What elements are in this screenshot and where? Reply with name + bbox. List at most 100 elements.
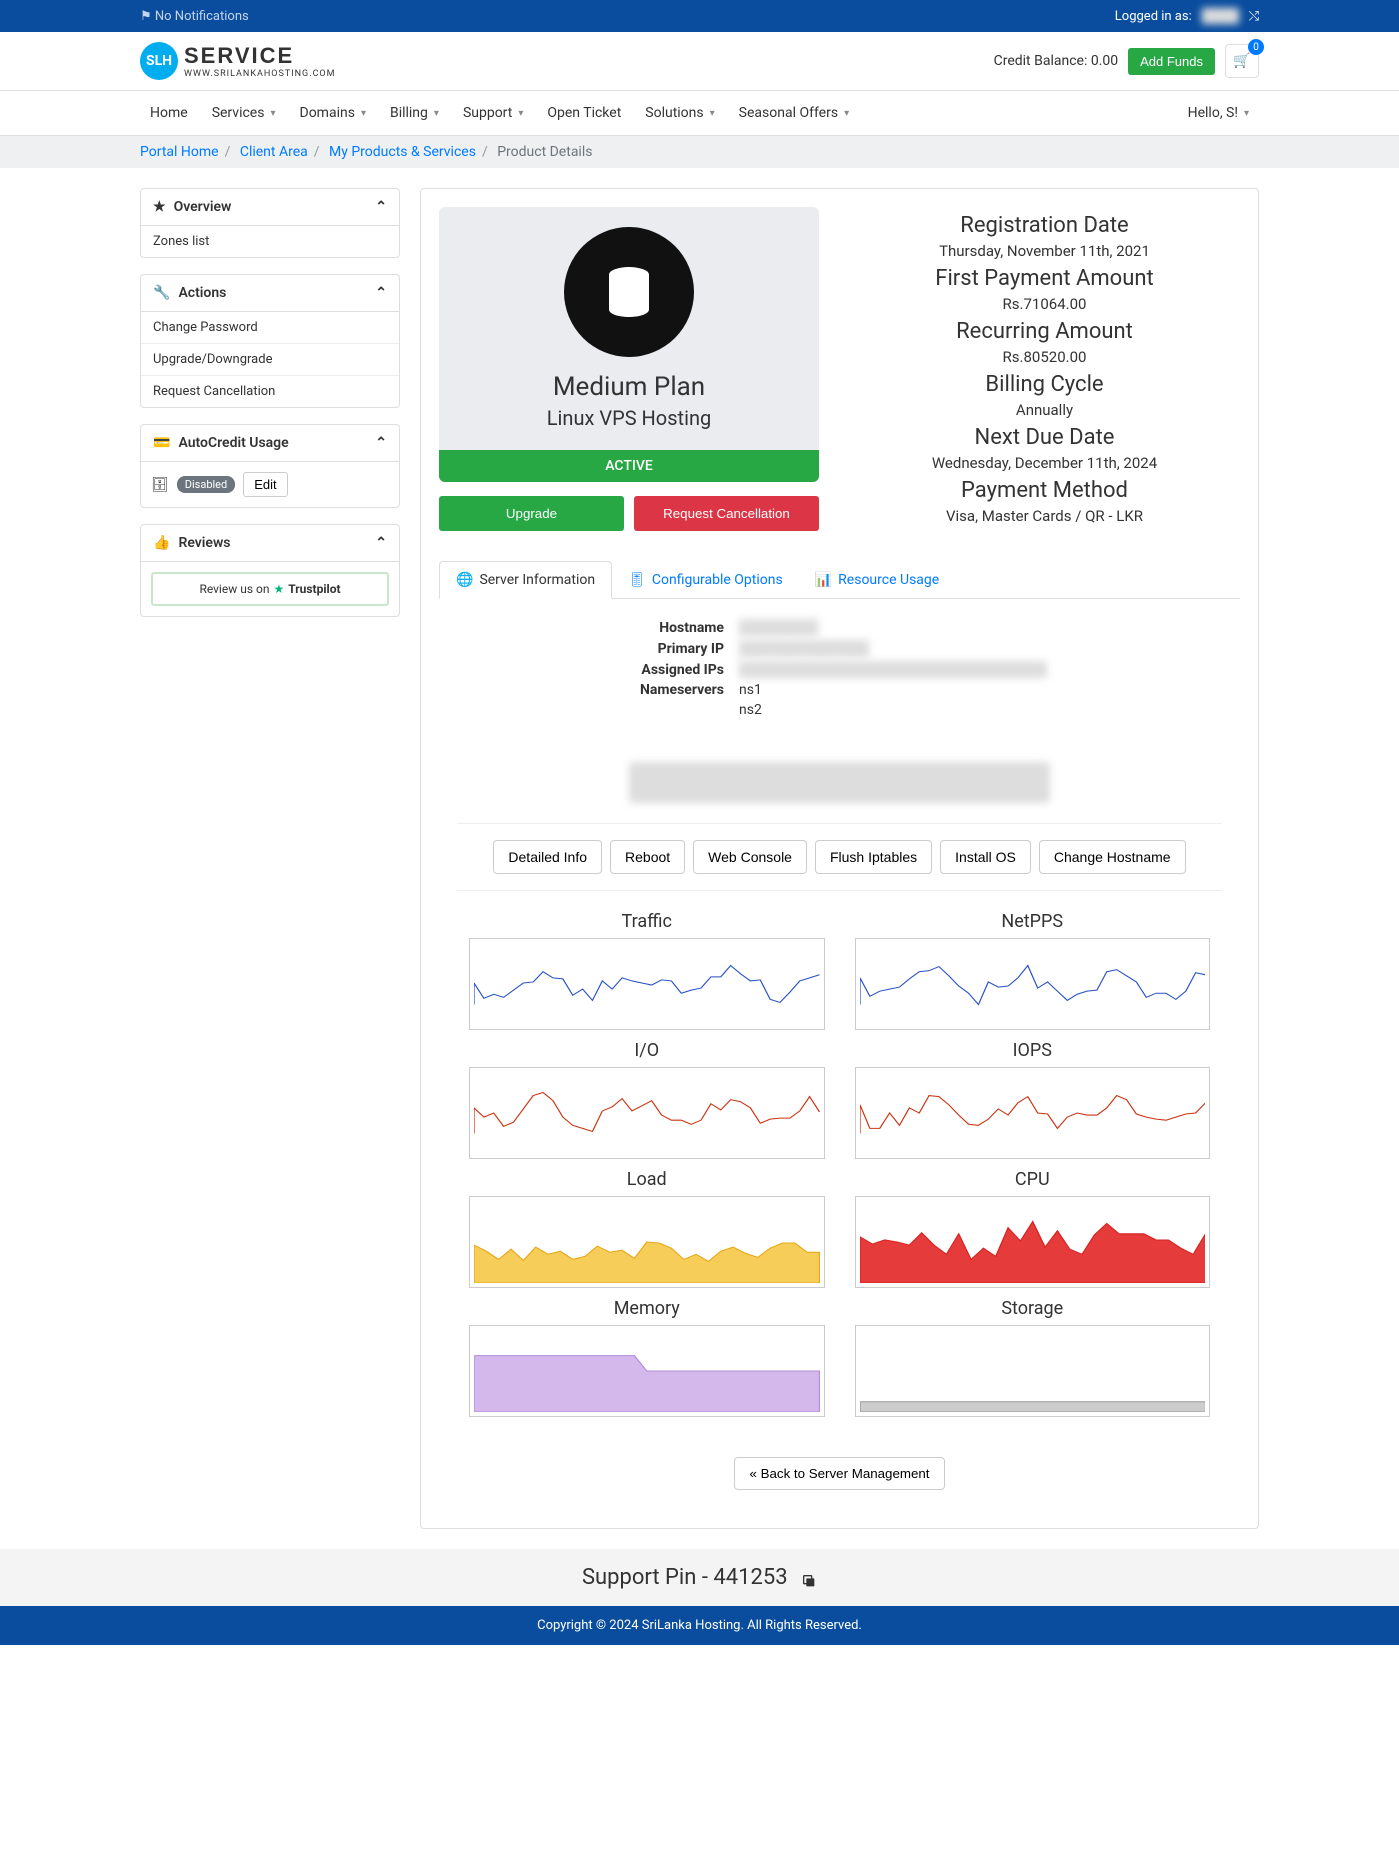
breadcrumb-products[interactable]: My Products & Services [329,144,476,160]
plan-subtitle: Linux VPS Hosting [547,406,711,430]
action-install-os-button[interactable]: Install OS [940,840,1031,874]
breadcrumb-client[interactable]: Client Area [240,144,308,160]
sidebar-item-cancel[interactable]: Request Cancellation [141,376,399,407]
action-change-hostname-button[interactable]: Change Hostname [1039,840,1186,874]
logo[interactable]: SLH SERVICE WWW.SRILANKAHOSTING.COM [140,42,335,80]
logged-in-user[interactable]: ████ [1202,8,1239,24]
chart-title-cpu: CPU [855,1169,1211,1190]
chart-memory[interactable] [469,1325,825,1417]
thumb-icon: 👍 [153,535,170,551]
assigned-ips-value: ███████████████████████████████ [739,661,1047,678]
ns1-value: ns1 [739,682,762,698]
credit-balance: Credit Balance: 0.00 [994,53,1119,69]
server-icon: 🗄 [151,477,169,493]
action-web-console-button[interactable]: Web Console [693,840,807,874]
action-detailed-info-button[interactable]: Detailed Info [493,840,602,874]
chart-title-load: Load [469,1169,825,1190]
reg-date-heading: Registration Date [849,213,1240,238]
flag-icon: ⚑ [140,9,152,24]
plan-name: Medium Plan [553,372,705,402]
logged-in-label: Logged in as: [1115,9,1192,24]
chart-storage[interactable] [855,1325,1211,1417]
payment-value: Visa, Master Cards / QR - LKR [849,507,1240,525]
nav-home[interactable]: Home [140,91,198,135]
reg-date-value: Thursday, November 11th, 2021 [849,242,1240,260]
request-cancellation-button[interactable]: Request Cancellation [634,496,819,531]
chart-title-storage: Storage [855,1298,1211,1319]
add-funds-button[interactable]: Add Funds [1128,48,1215,75]
first-payment-value: Rs.71064.00 [849,295,1240,313]
star-icon: ★ [153,199,166,215]
cycle-heading: Billing Cycle [849,372,1240,397]
sidebar-overview-header[interactable]: ★Overview ⌃ [141,189,399,226]
hello-user-dropdown[interactable]: Hello, S! [1178,91,1259,135]
chart-title-memory: Memory [469,1298,825,1319]
recurring-value: Rs.80520.00 [849,348,1240,366]
footer-copyright: Copyright © 2024 SriLanka Hosting. All R… [0,1606,1399,1645]
sidebar-reviews-header[interactable]: 👍Reviews ⌃ [141,525,399,562]
support-pin-label: Support Pin - 441253 [582,1565,788,1590]
nav-solutions[interactable]: Solutions [635,91,724,135]
card-icon: 💳 [153,435,170,451]
trustpilot-star-icon: ★ [273,582,284,596]
autocredit-edit-button[interactable]: Edit [243,472,287,497]
first-payment-heading: First Payment Amount [849,266,1240,291]
action-flush-iptables-button[interactable]: Flush Iptables [815,840,932,874]
switch-icon[interactable]: ⤭ [1249,9,1259,24]
due-heading: Next Due Date [849,425,1240,450]
cart-button[interactable]: 🛒 0 [1225,44,1259,78]
cart-badge: 0 [1248,39,1264,55]
cycle-value: Annually [849,401,1240,419]
nav-support[interactable]: Support [453,91,533,135]
copy-icon[interactable] [801,1570,817,1586]
back-to-server-mgmt-button[interactable]: « Back to Server Management [734,1457,944,1490]
ns2-value: ns2 [739,702,762,718]
chart-iops[interactable] [855,1067,1211,1159]
action-reboot-button[interactable]: Reboot [610,840,685,874]
chart-cpu[interactable] [855,1196,1211,1288]
nav-services[interactable]: Services [202,91,286,135]
sidebar-item-zones[interactable]: Zones list [141,226,399,257]
chevron-up-icon: ⌃ [375,199,387,215]
tab-resource-usage[interactable]: 📊 Resource Usage [799,561,955,598]
notifications-link[interactable]: ⚑ No Notifications [140,9,249,24]
autocredit-disabled-badge: Disabled [177,476,235,493]
nav-billing[interactable]: Billing [380,91,449,135]
sidebar-item-password[interactable]: Change Password [141,312,399,344]
sidebar-item-upgrade[interactable]: Upgrade/Downgrade [141,344,399,376]
recurring-heading: Recurring Amount [849,319,1240,344]
chart-traffic[interactable] [469,938,825,1030]
sidebar-autocredit-header[interactable]: 💳AutoCredit Usage ⌃ [141,425,399,462]
chart-title-traffic: Traffic [469,911,825,932]
chart-title-iops: IOPS [855,1040,1211,1061]
upgrade-button[interactable]: Upgrade [439,496,624,531]
database-icon [564,227,694,357]
sidebar-actions-header[interactable]: 🔧Actions ⌃ [141,275,399,312]
tab-config-options[interactable]: 🎚 Configurable Options [612,561,799,598]
trustpilot-link[interactable]: Review us on ★ Trustpilot [151,572,389,606]
status-badge: ACTIVE [439,450,819,482]
domain-heading: ██████████.com [629,762,1050,803]
chart-netpps[interactable] [855,938,1211,1030]
chart-title-i/o: I/O [469,1040,825,1061]
chart-title-netpps: NetPPS [855,911,1211,932]
nav-open-ticket[interactable]: Open Ticket [537,91,631,135]
primary-ip-value: ███.███.███.███ [739,640,869,657]
chevron-up-icon: ⌃ [375,435,387,451]
due-value: Wednesday, December 11th, 2024 [849,454,1240,472]
hostname-value: ████████ [739,619,818,636]
breadcrumb-portal[interactable]: Portal Home [140,144,219,160]
chevron-up-icon: ⌃ [375,285,387,301]
logo-icon: SLH [140,42,178,80]
tab-server-info[interactable]: 🌐 Server Information [439,561,612,599]
chart-load[interactable] [469,1196,825,1288]
chart-io[interactable] [469,1067,825,1159]
breadcrumb-current: Product Details [497,144,592,160]
wrench-icon: 🔧 [153,285,170,301]
cart-icon: 🛒 [1233,53,1250,69]
nav-seasonal-offers[interactable]: Seasonal Offers [729,91,859,135]
product-card: Medium Plan Linux VPS Hosting ACTIVE [439,207,819,482]
chevron-up-icon: ⌃ [375,535,387,551]
globe-icon: 🌐 [456,572,473,588]
nav-domains[interactable]: Domains [290,91,376,135]
